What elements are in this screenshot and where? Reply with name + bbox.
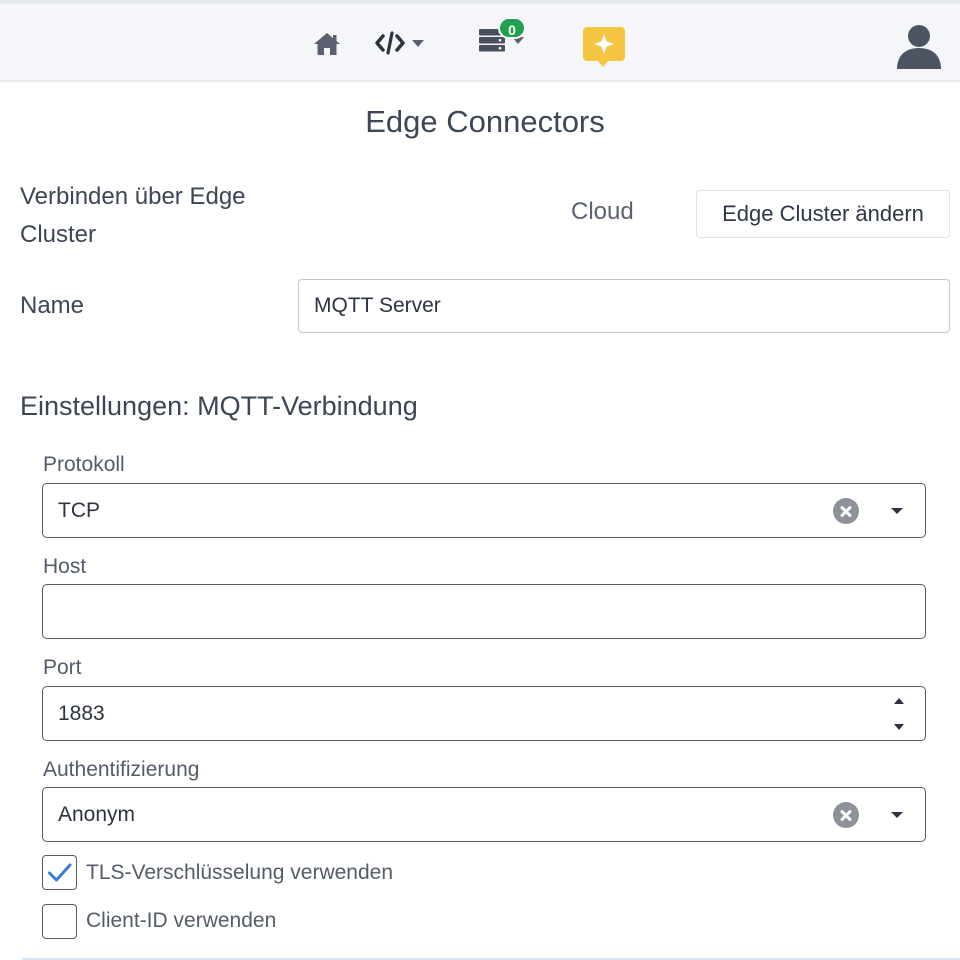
port-label: Port bbox=[43, 656, 82, 679]
user-avatar-icon bbox=[897, 25, 941, 69]
dropdown-arrow-icon[interactable] bbox=[891, 812, 903, 818]
checkmark-icon bbox=[48, 863, 72, 882]
client-id-checkbox[interactable] bbox=[42, 904, 77, 939]
page-title: Edge Connectors bbox=[365, 104, 605, 139]
ai-assistant-button[interactable] bbox=[582, 26, 626, 68]
tls-checkbox-label[interactable]: TLS-Verschlüsselung verwenden bbox=[86, 861, 393, 885]
home-button[interactable] bbox=[312, 31, 342, 57]
protocol-label: Protokoll bbox=[43, 453, 125, 476]
host-label: Host bbox=[43, 555, 87, 578]
increment-arrow-icon[interactable] bbox=[894, 698, 904, 704]
code-menu-button[interactable] bbox=[374, 30, 424, 56]
code-icon bbox=[375, 31, 405, 55]
edge-cluster-value: Cloud bbox=[571, 198, 634, 225]
client-id-checkbox-label[interactable]: Client-ID verwenden bbox=[86, 909, 276, 933]
chevron-down-icon bbox=[412, 39, 424, 47]
notification-count-badge: 0 bbox=[498, 17, 526, 39]
edge-cluster-label: Verbinden über Edge Cluster bbox=[20, 183, 246, 248]
user-avatar-button[interactable] bbox=[895, 21, 943, 69]
settings-section-title: Einstellungen: MQTT-Verbindung bbox=[20, 391, 418, 421]
name-label: Name bbox=[20, 292, 85, 319]
authentication-label: Authentifizierung bbox=[43, 758, 200, 781]
name-input[interactable] bbox=[298, 279, 950, 333]
dropdown-arrow-icon[interactable] bbox=[891, 508, 903, 514]
authentication-select[interactable]: Anonym bbox=[42, 787, 926, 842]
sparkle-message-icon bbox=[583, 27, 625, 67]
home-icon bbox=[314, 33, 340, 55]
protocol-select[interactable]: TCP bbox=[42, 483, 926, 538]
decrement-arrow-icon[interactable] bbox=[894, 724, 904, 730]
top-navigation-bar: 0 bbox=[0, 0, 960, 82]
clear-icon[interactable] bbox=[833, 498, 859, 524]
clear-icon[interactable] bbox=[833, 802, 859, 828]
port-value: 1883 bbox=[58, 702, 105, 725]
protocol-selected-value: TCP bbox=[58, 499, 100, 522]
authentication-selected-value: Anonym bbox=[58, 803, 136, 826]
change-edge-cluster-button[interactable]: Edge Cluster ändern bbox=[696, 190, 950, 238]
host-input[interactable] bbox=[42, 584, 926, 639]
port-number-input[interactable]: 1883 bbox=[42, 686, 926, 741]
tls-checkbox[interactable] bbox=[42, 855, 77, 890]
